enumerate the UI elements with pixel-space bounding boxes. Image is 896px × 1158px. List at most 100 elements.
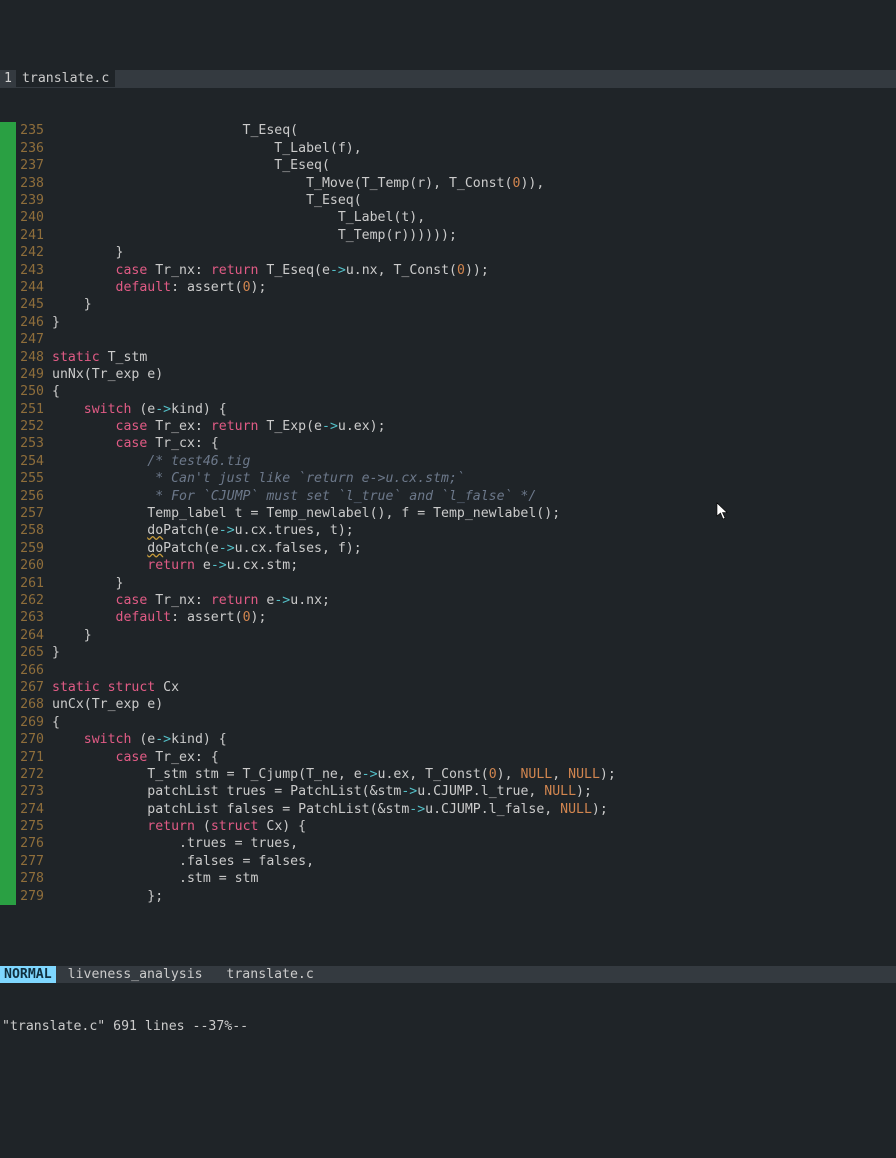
sign-column bbox=[0, 540, 16, 557]
code-line[interactable]: 273 patchList trues = PatchList(&stm->u.… bbox=[0, 783, 896, 800]
code-line[interactable]: 238 T_Move(T_Temp(r), T_Const(0)), bbox=[0, 175, 896, 192]
code-content[interactable]: } bbox=[44, 314, 60, 331]
code-line[interactable]: 239 T_Eseq( bbox=[0, 192, 896, 209]
code-content[interactable]: switch (e->kind) { bbox=[44, 731, 227, 748]
code-line[interactable]: 253 case Tr_cx: { bbox=[0, 435, 896, 452]
tab-file-label[interactable]: translate.c bbox=[16, 70, 115, 87]
code-line[interactable]: 266 bbox=[0, 662, 896, 679]
code-content[interactable]: doPatch(e->u.cx.falses, f); bbox=[44, 540, 362, 557]
code-content[interactable]: T_Eseq( bbox=[44, 157, 330, 174]
code-content[interactable]: T_Eseq( bbox=[44, 192, 362, 209]
code-line[interactable]: 246} bbox=[0, 314, 896, 331]
code-content[interactable]: T_Move(T_Temp(r), T_Const(0)), bbox=[44, 175, 544, 192]
code-line[interactable]: 275 return (struct Cx) { bbox=[0, 818, 896, 835]
code-line[interactable]: 259 doPatch(e->u.cx.falses, f); bbox=[0, 540, 896, 557]
code-line[interactable]: 278 .stm = stm bbox=[0, 870, 896, 887]
code-content[interactable]: T_Eseq( bbox=[44, 122, 298, 139]
code-content[interactable]: case Tr_nx: return e->u.nx; bbox=[44, 592, 330, 609]
code-line[interactable]: 255 * Can't just like `return e->u.cx.st… bbox=[0, 470, 896, 487]
code-line[interactable]: 271 case Tr_ex: { bbox=[0, 749, 896, 766]
code-content[interactable]: * Can't just like `return e->u.cx.stm;` bbox=[44, 470, 465, 487]
code-content[interactable]: .stm = stm bbox=[44, 870, 258, 887]
line-number: 265 bbox=[16, 644, 44, 661]
code-content[interactable]: case Tr_cx: { bbox=[44, 435, 219, 452]
code-content[interactable]: default: assert(0); bbox=[44, 609, 266, 626]
code-content[interactable]: doPatch(e->u.cx.trues, t); bbox=[44, 522, 354, 539]
code-line[interactable]: 274 patchList falses = PatchList(&stm->u… bbox=[0, 801, 896, 818]
code-content[interactable]: case Tr_nx: return T_Eseq(e->u.nx, T_Con… bbox=[44, 262, 489, 279]
sign-column bbox=[0, 888, 16, 905]
code-line[interactable]: 252 case Tr_ex: return T_Exp(e->u.ex); bbox=[0, 418, 896, 435]
code-line[interactable]: 240 T_Label(t), bbox=[0, 209, 896, 226]
code-content[interactable]: } bbox=[44, 644, 60, 661]
code-line[interactable]: 254 /* test46.tig bbox=[0, 453, 896, 470]
code-line[interactable]: 251 switch (e->kind) { bbox=[0, 401, 896, 418]
code-content[interactable]: return e->u.cx.stm; bbox=[44, 557, 298, 574]
line-number: 263 bbox=[16, 609, 44, 626]
code-line[interactable]: 276 .trues = trues, bbox=[0, 835, 896, 852]
code-content[interactable]: T_Label(t), bbox=[44, 209, 425, 226]
line-number: 238 bbox=[16, 175, 44, 192]
code-line[interactable]: 258 doPatch(e->u.cx.trues, t); bbox=[0, 522, 896, 539]
code-content[interactable]: T_stm stm = T_Cjump(T_ne, e->u.ex, T_Con… bbox=[44, 766, 616, 783]
code-line[interactable]: 257 Temp_label t = Temp_newlabel(), f = … bbox=[0, 505, 896, 522]
code-line[interactable]: 269{ bbox=[0, 714, 896, 731]
code-content[interactable]: } bbox=[44, 627, 92, 644]
code-content[interactable]: .trues = trues, bbox=[44, 835, 298, 852]
code-content[interactable]: return (struct Cx) { bbox=[44, 818, 306, 835]
code-line[interactable]: 272 T_stm stm = T_Cjump(T_ne, e->u.ex, T… bbox=[0, 766, 896, 783]
code-content[interactable] bbox=[44, 662, 52, 679]
code-line[interactable]: 235 T_Eseq( bbox=[0, 122, 896, 139]
code-content[interactable]: static struct Cx bbox=[44, 679, 179, 696]
code-line[interactable]: 244 default: assert(0); bbox=[0, 279, 896, 296]
code-line[interactable]: 256 * For `CJUMP` must set `l_true` and … bbox=[0, 488, 896, 505]
code-line[interactable]: 249unNx(Tr_exp e) bbox=[0, 366, 896, 383]
code-line[interactable]: 265} bbox=[0, 644, 896, 661]
code-content[interactable]: } bbox=[44, 575, 123, 592]
tab-bar[interactable]: 1 translate.c bbox=[0, 70, 896, 88]
code-content[interactable]: Temp_label t = Temp_newlabel(), f = Temp… bbox=[44, 505, 560, 522]
sign-column bbox=[0, 609, 16, 626]
code-line[interactable]: 236 T_Label(f), bbox=[0, 140, 896, 157]
code-content[interactable]: case Tr_ex: return T_Exp(e->u.ex); bbox=[44, 418, 386, 435]
code-content[interactable] bbox=[44, 331, 52, 348]
code-line[interactable]: 261 } bbox=[0, 575, 896, 592]
code-content[interactable]: case Tr_ex: { bbox=[44, 749, 219, 766]
code-line[interactable]: 267static struct Cx bbox=[0, 679, 896, 696]
code-content[interactable]: T_Temp(r)))))); bbox=[44, 227, 457, 244]
line-number: 260 bbox=[16, 557, 44, 574]
code-content[interactable]: unNx(Tr_exp e) bbox=[44, 366, 163, 383]
code-line[interactable]: 241 T_Temp(r)))))); bbox=[0, 227, 896, 244]
code-line[interactable]: 268unCx(Tr_exp e) bbox=[0, 696, 896, 713]
code-line[interactable]: 247 bbox=[0, 331, 896, 348]
code-line[interactable]: 245 } bbox=[0, 296, 896, 313]
code-line[interactable]: 242 } bbox=[0, 244, 896, 261]
code-line[interactable]: 264 } bbox=[0, 627, 896, 644]
line-number: 274 bbox=[16, 801, 44, 818]
code-line[interactable]: 262 case Tr_nx: return e->u.nx; bbox=[0, 592, 896, 609]
code-line[interactable]: 243 case Tr_nx: return T_Eseq(e->u.nx, T… bbox=[0, 262, 896, 279]
code-content[interactable]: { bbox=[44, 383, 60, 400]
code-content[interactable]: patchList falses = PatchList(&stm->u.CJU… bbox=[44, 801, 608, 818]
code-content[interactable]: } bbox=[44, 296, 92, 313]
sign-column bbox=[0, 783, 16, 800]
code-content[interactable]: switch (e->kind) { bbox=[44, 401, 227, 418]
code-content[interactable]: }; bbox=[44, 888, 163, 905]
code-content[interactable]: } bbox=[44, 244, 123, 261]
code-line[interactable]: 250{ bbox=[0, 383, 896, 400]
code-line[interactable]: 248static T_stm bbox=[0, 349, 896, 366]
code-line[interactable]: 270 switch (e->kind) { bbox=[0, 731, 896, 748]
code-content[interactable]: T_Label(f), bbox=[44, 140, 362, 157]
code-content[interactable]: { bbox=[44, 714, 60, 731]
code-content[interactable]: /* test46.tig bbox=[44, 453, 251, 470]
code-content[interactable]: patchList trues = PatchList(&stm->u.CJUM… bbox=[44, 783, 592, 800]
code-line[interactable]: 279 }; bbox=[0, 888, 896, 905]
code-line[interactable]: 237 T_Eseq( bbox=[0, 157, 896, 174]
code-content[interactable]: unCx(Tr_exp e) bbox=[44, 696, 163, 713]
code-line[interactable]: 263 default: assert(0); bbox=[0, 609, 896, 626]
editor-area[interactable]: 235 T_Eseq(236 T_Label(f),237 T_Eseq(238… bbox=[0, 122, 896, 930]
code-line[interactable]: 260 return e->u.cx.stm; bbox=[0, 557, 896, 574]
code-content[interactable]: static T_stm bbox=[44, 349, 147, 366]
code-content[interactable]: * For `CJUMP` must set `l_true` and `l_f… bbox=[44, 488, 536, 505]
code-content[interactable]: default: assert(0); bbox=[44, 279, 266, 296]
